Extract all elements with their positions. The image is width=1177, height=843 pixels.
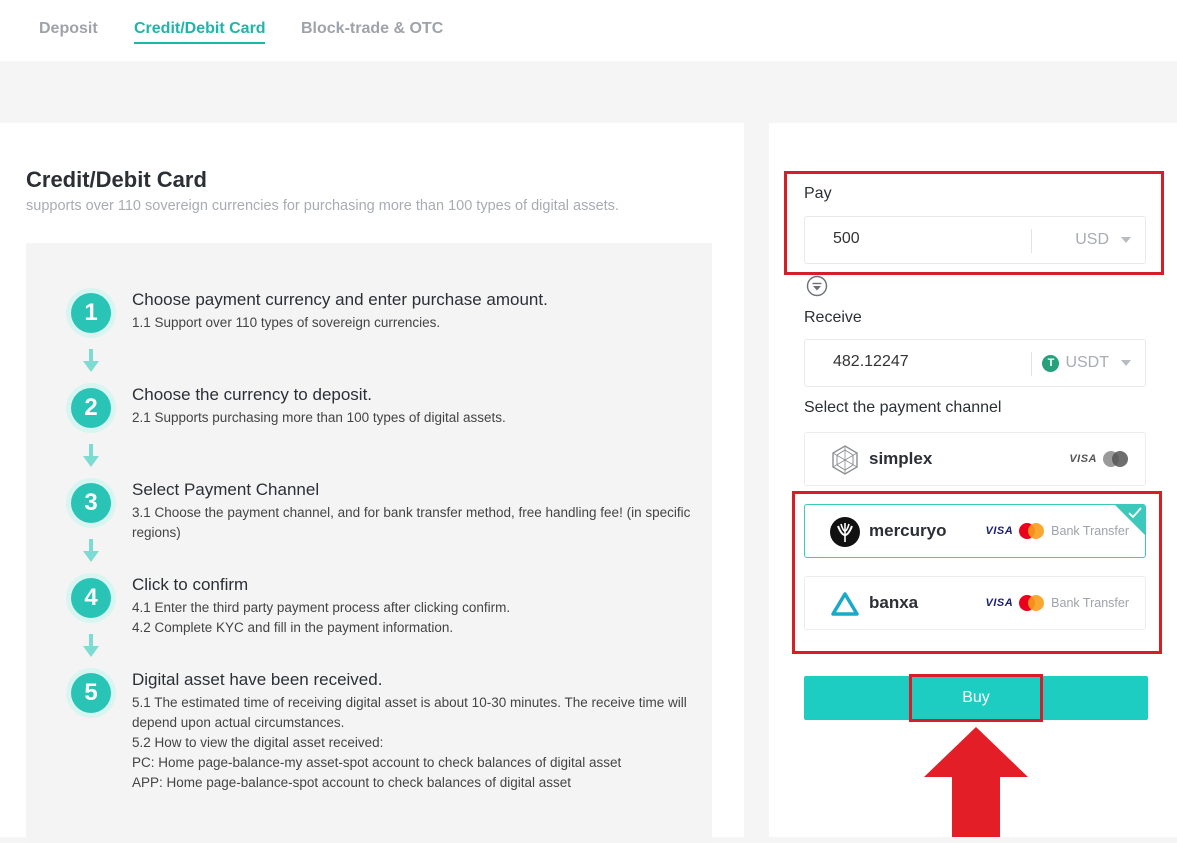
channel-banxa[interactable]: banxa VISA Bank Transfer [804, 576, 1146, 630]
mastercard-icon [1103, 451, 1129, 467]
step-number: 3 [71, 483, 111, 523]
bank-transfer-label: Bank Transfer [1051, 596, 1129, 610]
steps-list: 1 Choose payment currency and enter purc… [26, 243, 712, 843]
receive-field: T USDT [804, 339, 1146, 387]
pay-field: USD [804, 216, 1146, 264]
step-title: Choose the currency to deposit. [132, 385, 373, 404]
channel-name: mercuryo [869, 521, 947, 540]
field-divider [1031, 352, 1032, 376]
chevron-down-icon [1121, 237, 1131, 243]
mercuryo-logo-icon [830, 517, 860, 547]
channel-simplex[interactable]: simplex VISA [804, 432, 1146, 486]
tab-block-trade-otc[interactable]: Block-trade & OTC [301, 20, 443, 38]
step-detail: APP: Home page-balance-spot account to c… [132, 775, 572, 790]
mastercard-icon [1019, 523, 1045, 539]
info-panel: Credit/Debit Card supports over 110 sove… [0, 123, 744, 843]
step-number: 4 [71, 578, 111, 618]
receive-currency: USDT [1065, 354, 1109, 371]
receive-amount-input[interactable] [831, 352, 1025, 372]
step-3: Select Payment Channel 3.1 Choose the pa… [132, 479, 692, 543]
tab-deposit[interactable]: Deposit [39, 20, 98, 38]
step-number: 1 [71, 293, 111, 333]
step-number-badge: 1 [66, 288, 116, 338]
pay-amount-input[interactable] [831, 229, 1025, 249]
page-subtitle: supports over 110 sovereign currencies f… [26, 198, 619, 214]
step-number: 2 [71, 388, 111, 428]
step-title: Choose payment currency and enter purcha… [132, 290, 548, 309]
channel-badges: VISA [1069, 451, 1129, 467]
step-number-badge: 2 [66, 383, 116, 433]
step-number: 5 [71, 673, 111, 713]
active-tab-indicator [134, 42, 265, 44]
step-title: Select Payment Channel [132, 480, 320, 499]
channel-badges: VISA Bank Transfer [985, 595, 1129, 611]
step-detail: 4.2 Complete KYC and fill in the payment… [132, 620, 454, 635]
pay-label: Pay [804, 185, 832, 202]
channel-badges: VISA Bank Transfer [985, 523, 1129, 539]
step-5: Digital asset have been received. 5.1 Th… [132, 669, 692, 793]
arrow-down-icon [83, 539, 99, 562]
step-detail: 3.1 Choose the payment channel, and for … [132, 505, 691, 540]
step-detail: 4.1 Enter the third party payment proces… [132, 600, 511, 615]
channel-name: simplex [869, 449, 933, 468]
chevron-down-icon [1121, 360, 1131, 366]
step-number-badge: 5 [66, 668, 116, 718]
receive-currency-select[interactable]: T USDT [1042, 354, 1131, 372]
step-number-badge: 4 [66, 573, 116, 623]
step-4: Click to confirm 4.1 Enter the third par… [132, 574, 692, 638]
simplex-logo-icon [832, 445, 858, 475]
payment-channel-label: Select the payment channel [804, 399, 1002, 416]
channel-name: banxa [869, 593, 919, 612]
tab-bar: Deposit Credit/Debit Card Block-trade & … [0, 0, 1177, 61]
field-divider [1031, 229, 1032, 253]
red-arrow-up-icon [924, 727, 1028, 837]
step-number-badge: 3 [66, 478, 116, 528]
step-2: Choose the currency to deposit. 2.1 Supp… [132, 384, 692, 428]
step-title: Click to confirm [132, 575, 249, 594]
pay-currency: USD [1075, 231, 1109, 248]
step-1: Choose payment currency and enter purcha… [132, 289, 692, 333]
swap-arrow-icon[interactable] [806, 275, 828, 297]
step-detail: 5.2 How to view the digital asset receiv… [132, 735, 384, 750]
mastercard-icon [1019, 595, 1045, 611]
receive-label: Receive [804, 309, 862, 326]
step-detail: PC: Home page-balance-my asset-spot acco… [132, 755, 622, 770]
step-detail: 5.1 The estimated time of receiving digi… [132, 695, 687, 730]
arrow-down-icon [83, 634, 99, 657]
visa-icon: VISA [985, 597, 1014, 609]
step-detail: 1.1 Support over 110 types of sovereign … [132, 315, 441, 330]
visa-icon: VISA [1069, 453, 1097, 465]
check-icon [1128, 507, 1142, 519]
arrow-down-icon [83, 349, 99, 372]
step-title: Digital asset have been received. [132, 670, 383, 689]
tab-credit-debit-card[interactable]: Credit/Debit Card [134, 20, 266, 38]
buy-button[interactable]: Buy [804, 676, 1148, 720]
tether-icon: T [1042, 354, 1060, 372]
page-title: Credit/Debit Card [26, 167, 207, 192]
arrow-down-icon [83, 444, 99, 467]
channel-mercuryo[interactable]: mercuryo VISA Bank Transfer [804, 504, 1146, 558]
step-detail: 2.1 Supports purchasing more than 100 ty… [132, 410, 506, 425]
banxa-logo-icon [831, 592, 859, 616]
pay-currency-select[interactable]: USD [1075, 231, 1131, 249]
visa-icon: VISA [985, 525, 1014, 537]
